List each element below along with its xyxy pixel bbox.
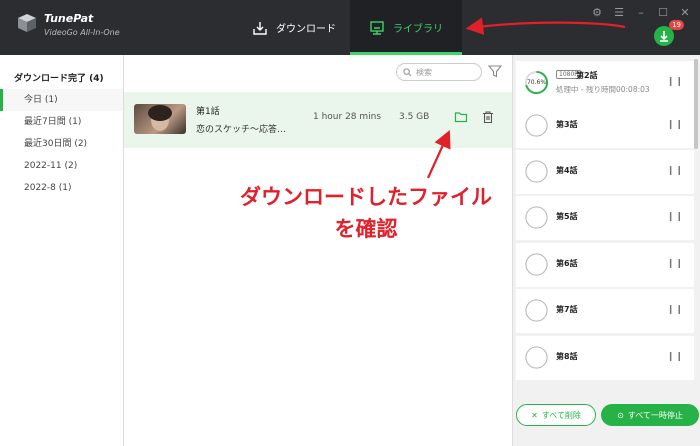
library-sidebar: ダウンロード完了 (4) 今日 (1) 最近7日間 (1) 最近30日間 (2)… <box>0 55 124 446</box>
delete-trash-icon[interactable] <box>481 110 495 124</box>
pause-icon[interactable]: ❙❙ <box>667 77 684 87</box>
sidebar-item-2022-11[interactable]: 2022-11 (2) <box>0 155 123 177</box>
tab-library-label: ライブラリ <box>393 24 443 35</box>
pause-icon[interactable]: ❙❙ <box>667 259 684 269</box>
item-size: 3.5 GB <box>399 112 430 122</box>
queue-item[interactable]: 第3話 ❙❙ <box>516 104 694 148</box>
queue-item-title: 第2話 <box>576 71 598 80</box>
app-logo-icon <box>18 14 36 32</box>
queue-item-status: 処理中 - 残り時間00:08:03 <box>556 85 650 94</box>
pause-all-label: すべて一時停止 <box>627 410 683 420</box>
pause-icon[interactable]: ❙❙ <box>667 120 684 130</box>
search-input[interactable]: 検索 <box>396 63 482 81</box>
pause-icon[interactable]: ❙❙ <box>667 352 684 362</box>
minimize-icon[interactable]: – <box>634 6 648 20</box>
download-count-badge: 19 <box>669 20 684 30</box>
pending-circle-icon <box>525 346 548 369</box>
pause-all-button[interactable]: ⊙ すべて一時停止 <box>601 404 699 426</box>
queue-item[interactable]: 第7話 ❙❙ <box>516 289 694 333</box>
queue-item[interactable]: 第4話 ❙❙ <box>516 150 694 194</box>
sidebar-item-7days[interactable]: 最近7日間 (1) <box>0 111 123 133</box>
sidebar-title: ダウンロード完了 (4) <box>14 74 104 84</box>
queue-item-title: 第5話 <box>556 212 578 221</box>
open-folder-icon[interactable] <box>454 110 468 124</box>
pending-circle-icon <box>525 114 548 137</box>
pending-circle-icon <box>525 253 548 276</box>
queue-item-title: 第3話 <box>556 120 578 129</box>
queue-item[interactable]: 第6話 ❙❙ <box>516 243 694 287</box>
download-queue-button[interactable]: 19 <box>654 20 684 46</box>
app-brand: TunePat <box>44 12 94 25</box>
library-tab-icon <box>370 20 384 35</box>
library-item-row[interactable]: 第1話 恋のスケッチ～応答… 1 hour 28 mins 3.5 GB <box>124 92 512 148</box>
sidebar-item-30days[interactable]: 最近30日間 (2) <box>0 133 123 155</box>
progress-percent: 70.6% <box>526 79 547 86</box>
sidebar-item-today[interactable]: 今日 (1) <box>0 89 123 111</box>
pending-circle-icon <box>525 160 548 183</box>
pause-circle-icon: ⊙ <box>617 410 624 420</box>
delete-all-button[interactable]: ✕ すべて削除 <box>516 404 596 426</box>
item-subtitle: 恋のスケッチ～応答… <box>196 125 287 135</box>
settings-gear-icon[interactable]: ⚙ <box>590 6 604 20</box>
queue-item[interactable]: 第5話 ❙❙ <box>516 196 694 240</box>
download-tab-icon <box>253 21 267 35</box>
queue-item-title: 第8話 <box>556 352 578 361</box>
pending-circle-icon <box>525 299 548 322</box>
close-icon[interactable]: ✕ <box>678 6 692 20</box>
window-controls: ⚙ ☰ – ☐ ✕ <box>590 6 692 20</box>
queue-scrollbar[interactable] <box>694 59 698 149</box>
filter-icon[interactable] <box>488 64 502 78</box>
pause-icon[interactable]: ❙❙ <box>667 166 684 176</box>
search-icon <box>403 67 412 76</box>
app-subtitle: VideoGo All-In-One <box>44 28 120 37</box>
maximize-icon[interactable]: ☐ <box>656 6 670 20</box>
close-icon: ✕ <box>531 410 538 420</box>
queue-item-title: 第6話 <box>556 259 578 268</box>
item-title: 第1話 <box>196 107 220 117</box>
delete-all-label: すべて削除 <box>541 410 581 420</box>
queue-item-processing[interactable]: 70.6% 1080P 第2話 処理中 - 残り時間00:08:03 ❙❙ <box>516 61 694 105</box>
download-queue-panel: 70.6% 1080P 第2話 処理中 - 残り時間00:08:03 ❙❙ 第3… <box>512 55 700 446</box>
tab-download[interactable]: ダウンロード <box>238 0 350 55</box>
menu-icon[interactable]: ☰ <box>612 6 626 20</box>
queue-item-title: 第4話 <box>556 166 578 175</box>
annotation-line-2: を確認 <box>334 217 398 241</box>
library-list: 検索 第1話 恋のスケッチ～応答… 1 hour 28 mins 3.5 GB … <box>124 55 512 446</box>
annotation-text: ダウンロードしたファイル を確認 <box>236 181 496 245</box>
annotation-line-1: ダウンロードしたファイル <box>240 185 492 209</box>
queue-item[interactable]: 第8話 ❙❙ <box>516 336 694 380</box>
search-placeholder: 検索 <box>416 67 432 77</box>
item-duration: 1 hour 28 mins <box>313 112 382 122</box>
tab-download-label: ダウンロード <box>276 24 336 35</box>
queue-item-title: 第7話 <box>556 305 578 314</box>
video-thumbnail <box>134 104 186 134</box>
pause-icon[interactable]: ❙❙ <box>667 305 684 315</box>
pending-circle-icon <box>525 206 548 229</box>
title-bar: TunePat VideoGo All-In-One ダウンロード ライブラリ … <box>0 0 700 55</box>
tab-library[interactable]: ライブラリ <box>350 0 462 55</box>
pause-icon[interactable]: ❙❙ <box>667 212 684 222</box>
sidebar-item-2022-8[interactable]: 2022-8 (1) <box>0 177 123 199</box>
